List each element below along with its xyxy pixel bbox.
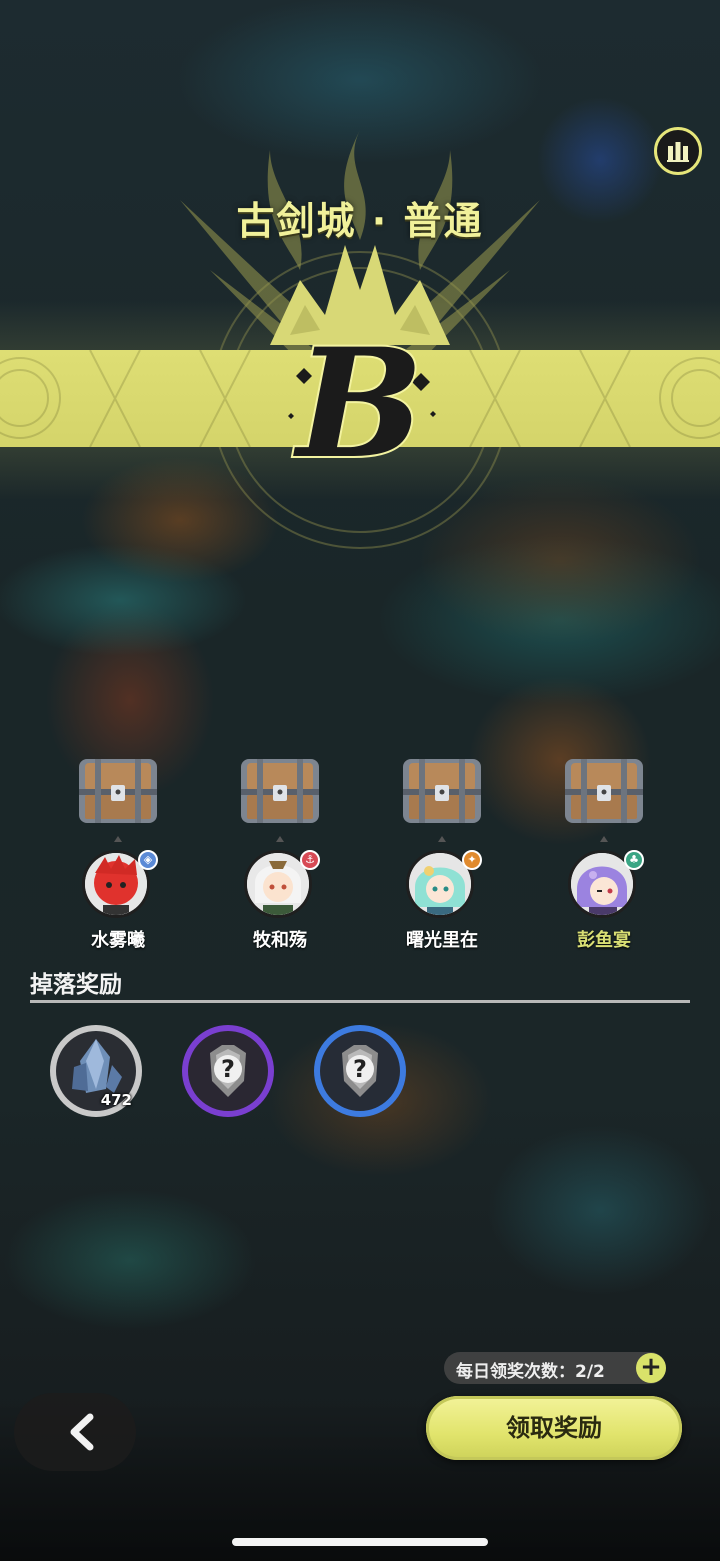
add-claims-button[interactable]: + [636,1353,666,1383]
mystery-armor-icon: ? [342,1045,378,1097]
svg-text:?: ? [221,1055,235,1083]
grade-letter-b: B [288,318,436,488]
member-name: 牧和殇 [253,930,307,951]
svg-text:?: ? [353,1055,367,1083]
party-member[interactable]: ◈ 水雾曦 [68,836,168,951]
pointer-arrow [600,836,608,842]
daily-claims-text: 每日领奖次数：2/2 [456,1362,605,1382]
reward-item[interactable]: 472 [50,1025,142,1117]
daily-claims-pill: 每日领奖次数：2/2 [444,1352,666,1384]
reward-item[interactable]: ? [314,1025,406,1117]
back-button[interactable] [14,1393,136,1471]
stage-title: 古剑城 · 普通 [236,199,484,243]
mystery-armor-icon: ? [210,1045,246,1097]
party-member[interactable]: ✦ 曙光里在 [392,836,492,951]
stats-button[interactable] [654,127,702,175]
member-name: 曙光里在 [406,930,478,951]
back-arrow-icon [70,1413,94,1451]
home-indicator[interactable] [232,1538,488,1546]
reward-item-frame: ? [188,1031,268,1111]
reward-count: 472 [100,1091,132,1109]
anchor-icon: ⚓ [300,850,320,870]
pointer-arrow [114,836,122,842]
section-divider [30,1000,690,1003]
treasure-chest-icon [565,759,643,823]
reward-item[interactable]: ? [182,1025,274,1117]
sun-icon: ✦ [462,850,482,870]
rewards-section-title: 掉落奖励 [30,972,122,998]
treasure-chest-icon [403,759,481,823]
member-name: 彭鱼宴 [577,930,631,951]
leaf-icon: ♣ [624,850,644,870]
party-member[interactable]: ⚓ 牧和殇 [230,836,330,951]
grade-text: B [293,318,424,488]
treasure-chest-icon [241,759,319,823]
bar-chart-icon [667,142,689,162]
water-icon: ◈ [138,850,158,870]
pointer-arrow [438,836,446,842]
party-member[interactable]: ♣ 彭鱼宴 [554,836,654,951]
treasure-chest-icon [79,759,157,823]
pointer-arrow [276,836,284,842]
reward-item-frame: ? [320,1031,400,1111]
claim-rewards-button[interactable]: 领取奖励 [426,1396,682,1460]
member-name: 水雾曦 [91,930,145,951]
